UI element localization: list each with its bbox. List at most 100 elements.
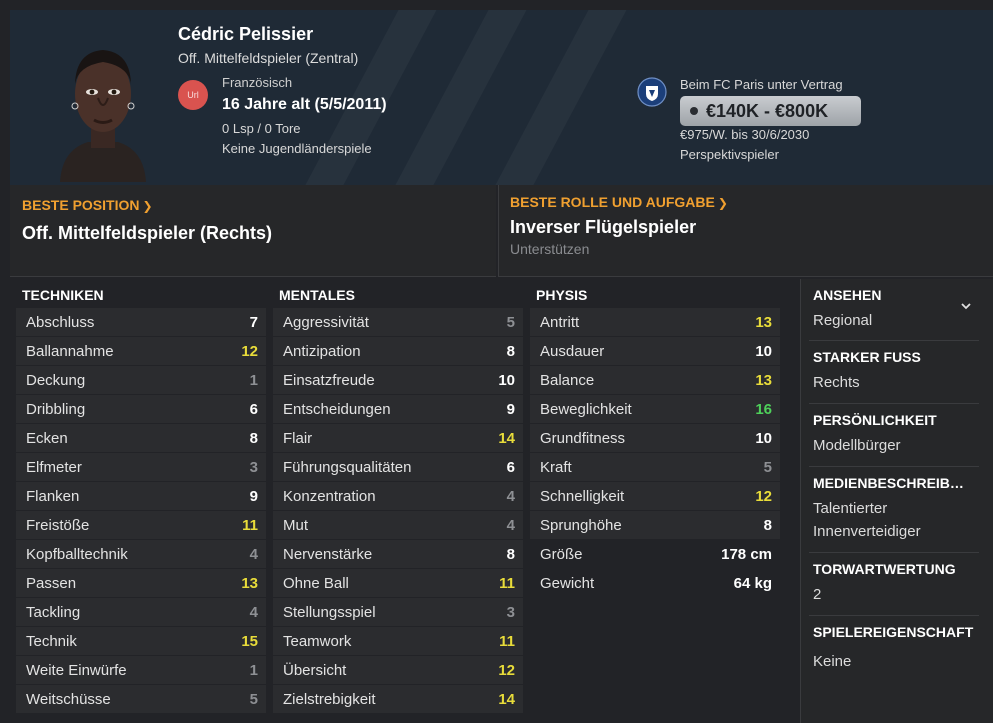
attribute-name: Deckung [26, 371, 86, 389]
measure-name: Gewicht [540, 574, 595, 592]
attribute-row[interactable]: Führungsqualitäten 6 [273, 453, 523, 481]
attribute-value: 11 [242, 516, 258, 534]
attribute-row[interactable]: Passen 13 [16, 569, 266, 597]
preferred-foot-value: Rechts [813, 374, 860, 391]
best-position-panel: BESTE POSITION ❯ Off. Mittelfeldspieler (… [10, 185, 496, 277]
attribute-row[interactable]: Kraft 5 [530, 453, 780, 481]
attribute-row[interactable]: Entscheidungen 9 [273, 395, 523, 423]
media-description-line-2: Innenverteidiger [813, 523, 921, 540]
attribute-value: 5 [506, 313, 515, 331]
attribute-value: 13 [241, 574, 258, 592]
attribute-value: 3 [506, 603, 515, 621]
attribute-row[interactable]: Elfmeter 3 [16, 453, 266, 481]
divider [809, 466, 979, 467]
attribute-row[interactable]: Ohne Ball 11 [273, 569, 523, 597]
player-traits-value: Keine [813, 653, 852, 670]
attribute-row[interactable]: Ecken 8 [16, 424, 266, 452]
attribute-row[interactable]: Aggressivität 5 [273, 308, 523, 336]
media-description-value: Talentierter Innenverteidiger [801, 497, 978, 543]
attribute-name: Antizipation [283, 342, 361, 360]
best-position-value: Off. Mittelfeldspieler (Rechts) [22, 223, 273, 243]
best-role-value: Inverser Flügelspieler [510, 217, 697, 237]
attribute-name: Aggressivität [283, 313, 369, 331]
attribute-row[interactable]: Konzentration 4 [273, 482, 523, 510]
attribute-row[interactable]: Stellungsspiel 3 [273, 598, 523, 626]
attribute-row[interactable]: Dribbling 6 [16, 395, 266, 423]
attribute-row[interactable]: Antizipation 8 [273, 337, 523, 365]
player-position: Off. Mittelfeldspieler (Zentral) [178, 50, 359, 66]
measure-value: 178 cm [721, 545, 772, 563]
attribute-value: 4 [249, 603, 258, 621]
attribute-row[interactable]: Technik 15 [16, 627, 266, 655]
attribute-name: Teamwork [283, 632, 352, 650]
attribute-name: Mut [283, 516, 309, 534]
attribute-value: 4 [506, 516, 515, 534]
attribute-name: Tackling [26, 603, 81, 621]
transfer-value-badge[interactable]: €140K - €800K [680, 96, 861, 126]
attribute-row[interactable]: Abschluss 7 [16, 308, 266, 336]
attribute-row[interactable]: Übersicht 12 [273, 656, 523, 684]
attribute-row[interactable]: Kopfballtechnik 4 [16, 540, 266, 568]
attribute-value: 6 [249, 400, 258, 418]
personality-section: PERSÖNLICHKEIT Modellbürger [801, 412, 978, 457]
player-portrait [60, 50, 146, 182]
mental-column: MENTALES Aggressivität 5 Antizipation 8 Eins… [273, 287, 523, 714]
attribute-row[interactable]: Mut 4 [273, 511, 523, 539]
attribute-value: 12 [498, 661, 515, 679]
attribute-value: 9 [249, 487, 258, 505]
nationality-flag-icon[interactable]: Url [178, 80, 208, 110]
physical-measure-row: Gewicht 64 kg [530, 569, 780, 597]
attribute-name: Ecken [26, 429, 68, 447]
best-position-link[interactable]: BESTE POSITION ❯ [22, 197, 153, 213]
attribute-value: 16 [755, 400, 772, 418]
attribute-row[interactable]: Einsatzfreude 10 [273, 366, 523, 394]
attribute-name: Übersicht [283, 661, 347, 679]
attribute-value: 10 [755, 342, 772, 360]
attribute-value: 14 [498, 690, 515, 708]
measure-value: 64 kg [733, 574, 772, 592]
club-badge-icon[interactable] [637, 77, 667, 107]
attribute-row[interactable]: Teamwork 11 [273, 627, 523, 655]
attribute-row[interactable]: Flanken 9 [16, 482, 266, 510]
media-description-section: MEDIENBESCHREIB… Talentierter Innenverte… [801, 475, 978, 543]
attribute-row[interactable]: Ausdauer 10 [530, 337, 780, 365]
reputation-value: Regional [813, 312, 873, 329]
best-role-duty: Unterstützen [510, 241, 590, 257]
technical-title: TECHNIKEN [22, 287, 104, 303]
squad-status: Perspektivspieler [680, 147, 779, 162]
attribute-value: 8 [506, 342, 515, 360]
attribute-row[interactable]: Freistöße 11 [16, 511, 266, 539]
attribute-value: 8 [506, 545, 515, 563]
attribute-row[interactable]: Antritt 13 [530, 308, 780, 336]
attribute-row[interactable]: Balance 13 [530, 366, 780, 394]
youth-caps: Keine Jugendländerspiele [222, 141, 372, 156]
attribute-value: 9 [506, 400, 515, 418]
player-info-panel: ANSEHEN Regional STARKER FUSS Rechts PER… [800, 279, 993, 723]
attribute-row[interactable]: Weitschüsse 5 [16, 685, 266, 713]
divider [809, 552, 979, 553]
attribute-row[interactable]: Nervenstärke 8 [273, 540, 523, 568]
date-of-birth: (5/5/2011) [314, 96, 387, 113]
attribute-row[interactable]: Beweglichkeit 16 [530, 395, 780, 423]
attribute-row[interactable]: Deckung 1 [16, 366, 266, 394]
media-description-title: MEDIENBESCHREIB… [813, 475, 964, 491]
divider [809, 615, 979, 616]
attribute-row[interactable]: Sprunghöhe 8 [530, 511, 780, 539]
attribute-name: Entscheidungen [283, 400, 391, 418]
physical-measure-row: Größe 178 cm [530, 540, 780, 568]
best-role-link[interactable]: BESTE ROLLE UND AUFGABE ❯ [510, 194, 728, 210]
attribute-row[interactable]: Weite Einwürfe 1 [16, 656, 266, 684]
attribute-row[interactable]: Grundfitness 10 [530, 424, 780, 452]
attribute-row[interactable]: Ballannahme 12 [16, 337, 266, 365]
attribute-row[interactable]: Schnelligkeit 12 [530, 482, 780, 510]
attribute-row[interactable]: Zielstrebigkeit 14 [273, 685, 523, 713]
attribute-name: Schnelligkeit [540, 487, 625, 505]
chevron-down-icon[interactable] [961, 301, 971, 311]
attribute-row[interactable]: Tackling 4 [16, 598, 266, 626]
attribute-name: Beweglichkeit [540, 400, 632, 418]
attribute-name: Ohne Ball [283, 574, 349, 592]
measure-name: Größe [540, 545, 583, 563]
attribute-name: Technik [26, 632, 77, 650]
attribute-row[interactable]: Flair 14 [273, 424, 523, 452]
player-name: Cédric Pelissier [178, 24, 314, 44]
